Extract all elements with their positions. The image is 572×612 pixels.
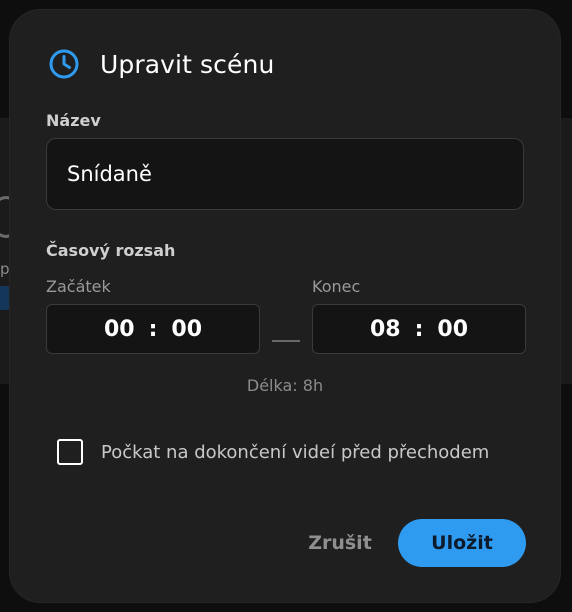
time-range-dash [272, 340, 300, 342]
start-time-separator: : [148, 316, 158, 342]
dialog-header: Upravit scénu [48, 48, 274, 80]
end-time-input[interactable]: 08 : 00 [312, 304, 526, 354]
start-minutes[interactable]: 00 [171, 317, 202, 342]
start-time-input[interactable]: 00 : 00 [46, 304, 260, 354]
cancel-button[interactable]: Zrušit [302, 519, 378, 567]
edit-scene-dialog: Upravit scénu Název Snídaně Časový rozsa… [10, 10, 560, 602]
scene-name-input[interactable]: Snídaně [46, 138, 524, 210]
clock-icon [49, 49, 79, 79]
start-label: Začátek [46, 277, 111, 296]
time-range-label: Časový rozsah [46, 241, 176, 260]
duration-text: Délka: 8h [246, 376, 324, 395]
scene-name-value: Snídaně [67, 162, 152, 186]
start-hours[interactable]: 00 [104, 317, 135, 342]
wait-for-videos-label[interactable]: Počkat na dokončení videí před přechodem [101, 442, 489, 463]
wait-for-videos-checkbox[interactable] [57, 439, 83, 465]
background-partial-text: p [0, 260, 10, 278]
dialog-title: Upravit scénu [100, 49, 275, 79]
end-hours[interactable]: 08 [370, 317, 401, 342]
save-button[interactable]: Uložit [398, 519, 526, 567]
end-minutes[interactable]: 00 [437, 317, 468, 342]
end-label: Konec [312, 277, 361, 296]
end-time-separator: : [414, 316, 424, 342]
name-label: Název [46, 111, 101, 130]
